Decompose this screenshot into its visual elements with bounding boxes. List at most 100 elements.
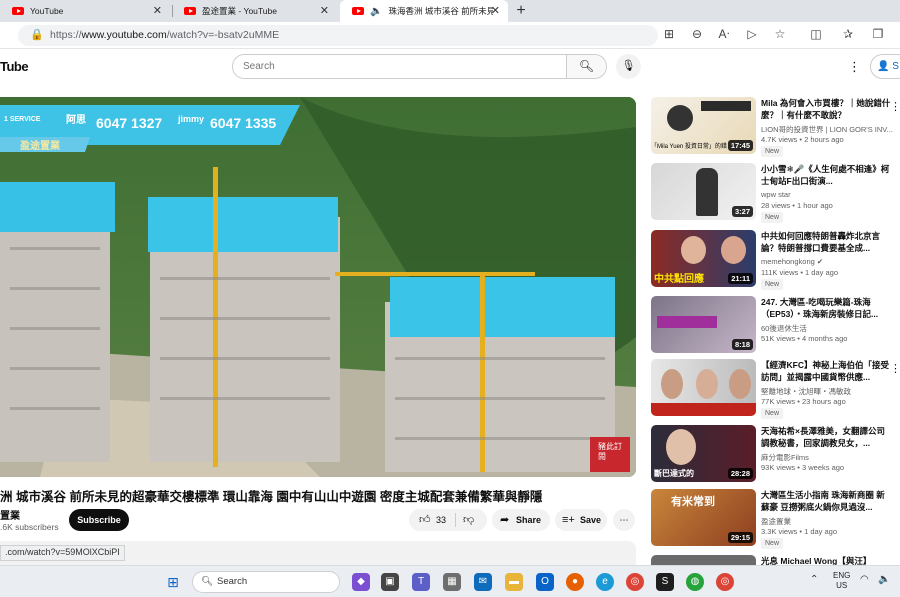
zoom-icon[interactable]: ⊖ (689, 27, 705, 41)
mail-icon[interactable]: ✉ (474, 573, 492, 591)
recommendation-title[interactable]: 天海祐希×長澤雅美，女翻譯公司調教秘書，回家調教兒女，... (761, 425, 893, 449)
new-tab-button[interactable]: + (510, 0, 532, 22)
video-duration: 3:27 (731, 206, 753, 217)
voice-search-button[interactable]: 🎙 (616, 54, 641, 79)
close-tab-icon[interactable]: ✕ (320, 4, 329, 17)
outlook-icon[interactable]: O (536, 573, 554, 591)
recommendation-channel[interactable]: memehongkong ✔ (761, 257, 896, 266)
volume-icon[interactable]: 🔈 (878, 574, 890, 585)
read-aloud-icon[interactable]: Aᐧ (716, 27, 732, 41)
recommendation-item[interactable]: 光息 Michael Wong【與汪】 (651, 555, 900, 565)
recommendation-menu-icon[interactable]: ⋮ (890, 100, 900, 113)
youtube-logo[interactable]: Tube (0, 59, 29, 74)
recommendation-item[interactable]: 中共點回應 21:11 中共如何回應特朗普轟炸北京言論？特朗普撐口費要基全成..… (651, 230, 900, 292)
copilot-icon[interactable]: ◆ (352, 573, 370, 591)
video-thumbnail[interactable] (651, 555, 756, 565)
favorites-bar-icon[interactable]: ✰ (840, 27, 856, 41)
dislike-icon[interactable]: 👎︎ (463, 509, 474, 531)
taskbar-search[interactable]: 🔍︎ Search (192, 571, 340, 593)
recommendation-title[interactable]: 247. 大灣區-吃喝玩樂篇-珠海（EP53）・珠海新房裝修日記... (761, 296, 893, 320)
recommendation-item[interactable]: 3:27 小小雪❄🎤《人生何處不相逢》柯士甸站F出口街演... wpw star… (651, 163, 900, 225)
subscribe-watermark[interactable]: 豬此訂閱 (598, 442, 626, 462)
firefox-icon[interactable]: ● (566, 573, 584, 591)
close-tab-icon[interactable]: ✕ (153, 4, 162, 17)
speaker-icon[interactable]: 🔈 (370, 6, 382, 17)
save-playlist-icon: ≡+ (562, 514, 575, 526)
save-button[interactable]: ≡+ Save (555, 509, 607, 531)
apps-icon[interactable]: ⊞ (661, 27, 677, 41)
task-view-icon[interactable]: ▣ (381, 573, 399, 591)
subscribe-button[interactable]: Subscribe (69, 509, 129, 531)
recommendation-meta: 4.7K views • 2 hours ago (761, 135, 844, 144)
video-thumbnail[interactable] (651, 359, 756, 416)
recommendation-menu-icon[interactable]: ⋮ (890, 362, 900, 375)
tab-label: 珠海香洲 城市溪谷 前所未見 (388, 6, 494, 16)
more-actions-button[interactable]: ⋯ (613, 509, 635, 531)
recommendation-channel[interactable]: 60後退休生活 (761, 323, 896, 334)
recommendation-channel[interactable]: wpw star (761, 190, 896, 199)
close-tab-icon[interactable]: ✕ (491, 4, 500, 17)
video-thumbnail[interactable]: 「Mila Yuen 投資日常」的錯 17:45 (651, 97, 756, 154)
channel-name[interactable]: 盈途置業 (0, 507, 20, 522)
collections-icon[interactable]: ❐ (870, 27, 886, 41)
like-icon[interactable]: 👍︎ (419, 509, 431, 531)
search-box: 🔍︎ (232, 54, 607, 79)
new-badge: New (761, 279, 784, 290)
split-screen-icon[interactable]: ◫ (808, 27, 824, 41)
recommendation-title[interactable]: 光息 Michael Wong【與汪】 (761, 555, 893, 565)
favorite-icon[interactable]: ☆ (772, 27, 788, 41)
video-thumbnail[interactable]: 中共點回應 21:11 (651, 230, 756, 287)
new-badge: New (761, 212, 784, 223)
recommendation-channel[interactable]: 堅離地球・沈旭暉・馮敏政 (761, 386, 896, 397)
recommendation-channel[interactable]: LION哥的投資世界 | LION GOR'S INV... (761, 124, 896, 135)
video-thumbnail[interactable]: 8:18 (651, 296, 756, 353)
video-thumbnail[interactable]: 斷巴達式的 28:28 (651, 425, 756, 482)
wechat-icon[interactable]: ◍ (686, 573, 704, 591)
recommendation-title[interactable]: Mila 為何會入市買樓？｜她說錯什麼？｜有什麼不敢說？ (761, 97, 893, 121)
settings-menu-icon[interactable]: ⋮ (848, 59, 861, 75)
share-button[interactable]: ➦ Share (492, 509, 550, 531)
search-input[interactable] (233, 55, 568, 78)
sign-in-button[interactable]: 👤 S (870, 54, 900, 79)
edge-icon[interactable]: e (596, 573, 614, 591)
thumbnail-caption: 中共點回應 (654, 274, 704, 285)
recommendation-meta: 3.3K views • 1 day ago (761, 527, 838, 536)
recommendation-title[interactable]: 【經濟KFC】神秘上海伯伯「接受訪問」並揭露中國貨幣供應... (761, 359, 893, 383)
teams-icon[interactable]: T (412, 573, 430, 591)
file-explorer-icon[interactable]: ▬ (505, 573, 523, 591)
video-thumbnail[interactable]: 3:27 (651, 163, 756, 220)
chrome-icon[interactable]: ◎ (626, 573, 644, 591)
tab-current-video[interactable]: 🔈 珠海香洲 城市溪谷 前所未見 ✕ (340, 0, 508, 22)
tab-yingtu[interactable]: 盈途置業 - YouTube ✕ (172, 0, 337, 22)
recommendation-channel[interactable]: 盈途置業 (761, 516, 896, 527)
url-field[interactable]: 🔒 https://www.youtube.com/watch?v=-bsatv… (18, 25, 658, 46)
wifi-icon[interactable]: ◠ (860, 574, 869, 585)
tab-youtube[interactable]: YouTube ✕ (0, 0, 170, 22)
chrome-alt-icon[interactable]: ◎ (716, 573, 734, 591)
recommendation-title[interactable]: 大灣區生活小指南 珠海新商圈 新蘇豪 豆撈粥底火鍋你見過沒... (761, 489, 893, 513)
calculator-icon[interactable]: ▦ (443, 573, 461, 591)
windows-taskbar: ⊞ 🔍︎ Search ◆ ▣ T ▦ ✉ ▬ O ● e ◎ S ◍ ◎ ⌃ … (0, 565, 900, 597)
lock-icon[interactable]: 🔒 (30, 28, 44, 41)
recommendation-item[interactable]: 有米常到 29:15 大灣區生活小指南 珠海新商圈 新蘇豪 豆撈粥底火鍋你見過沒… (651, 489, 900, 551)
windows-start-icon[interactable]: ⊞ (164, 573, 182, 591)
search-button[interactable]: 🔍︎ (566, 55, 606, 78)
recommendation-meta: 111K views • 1 day ago (761, 268, 838, 277)
video-thumbnail[interactable]: 有米常到 29:15 (651, 489, 756, 546)
language-indicator[interactable]: ENG US (833, 571, 850, 591)
banner-phone-2: 6047 1335 (210, 115, 277, 131)
share-label: Share (516, 515, 542, 525)
media-icon[interactable]: ▷ (744, 27, 760, 41)
recommendation-item[interactable]: 【經濟KFC】神秘上海伯伯「接受訪問」並揭露中國貨幣供應... 堅離地球・沈旭暉… (651, 359, 900, 421)
recommendation-title[interactable]: 中共如何回應特朗普轟炸北京言論？特朗普撐口費要基全成... (761, 230, 893, 254)
recommendation-meta: 77K views • 23 hours ago (761, 397, 846, 406)
like-count[interactable]: 33 (436, 509, 446, 531)
recommendation-item[interactable]: 8:18 247. 大灣區-吃喝玩樂篇-珠海（EP53）・珠海新房裝修日記...… (651, 296, 900, 358)
video-player[interactable]: 1 SERVICE 阿思 6047 1327 jimmy 6047 1335 盈… (0, 97, 636, 477)
recommendation-channel[interactable]: 麻分電影Films (761, 452, 896, 463)
app-icon[interactable]: S (656, 573, 674, 591)
show-hidden-icons-icon[interactable]: ⌃ (810, 574, 818, 585)
recommendation-item[interactable]: 斷巴達式的 28:28 天海祐希×長澤雅美，女翻譯公司調教秘書，回家調教兒女，.… (651, 425, 900, 487)
recommendation-title[interactable]: 小小雪❄🎤《人生何處不相逢》柯士甸站F出口街演... (761, 163, 893, 187)
recommendation-item[interactable]: 「Mila Yuen 投資日常」的錯 17:45 Mila 為何會入市買樓？｜她… (651, 97, 900, 159)
